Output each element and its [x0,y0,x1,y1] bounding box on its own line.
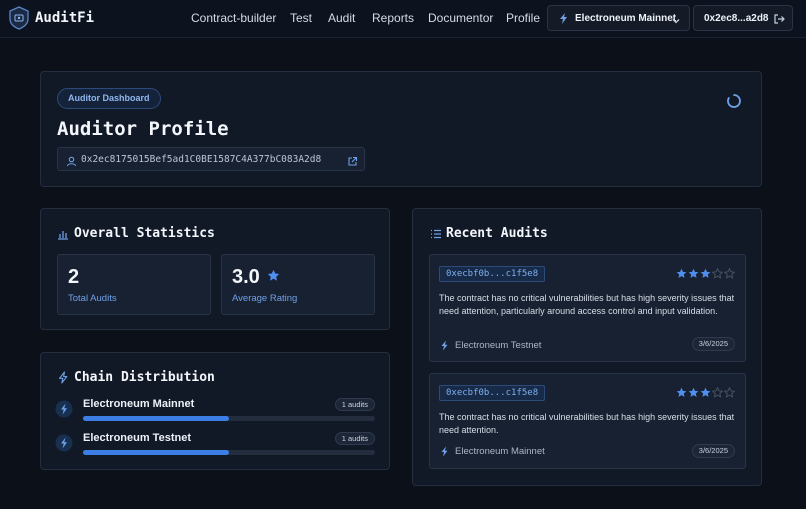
average-rating-label: Average Rating [232,293,298,304]
nav-link-test[interactable]: Test [290,11,312,25]
star-icon [267,269,280,287]
star-filled-icon [676,266,687,284]
recent-audits-title: Recent Audits [446,226,548,241]
chain-progress-bar [83,450,375,455]
total-audits-value: 2 [68,266,80,288]
user-icon [66,154,77,172]
overall-statistics-title: Overall Statistics [74,226,215,241]
recent-audits-card: Recent Audits 0xecbf0b...c1f5e8 The cont… [412,208,762,486]
page-title: Auditor Profile [57,118,229,140]
nav-link-profile[interactable]: Profile [506,11,540,25]
list-icon [430,227,442,245]
wallet-address-pill[interactable]: 0x2ec8175015Bef5ad1C0BE1587C4A377bC083A2… [57,147,365,171]
loading-spinner-icon [726,93,742,114]
chain-audit-count: 1 audits [334,398,375,411]
audit-summary: The contract has no critical vulnerabili… [439,293,735,316]
nav-link-audit[interactable]: Audit [328,11,355,25]
star-filled-icon [676,385,687,403]
star-empty-icon [711,266,724,284]
wallet-address-short: 0x2ec8...a2d8 [704,13,769,24]
chevron-down-icon [671,13,681,31]
network-label: Electroneum Mainnet [575,13,677,24]
audit-network-name: Electroneum Mainnet [455,446,545,457]
shield-logo-icon[interactable] [9,6,29,30]
audit-date: 3/6/2025 [691,444,735,458]
top-nav: AuditFi Contract-builder Test Audit Repo… [0,0,806,38]
electroneum-icon [55,400,73,423]
star-filled-icon [688,385,699,403]
star-filled-icon [700,385,711,403]
nav-link-documentor[interactable]: Documentor [428,11,493,25]
electroneum-icon [55,434,73,457]
chain-row-mainnet: Electroneum Mainnet 1 audits [55,398,375,428]
audit-network: Electroneum Testnet [439,340,541,354]
overall-statistics-card: Overall Statistics 2 Total Audits 3.0 Av… [40,208,390,330]
average-rating-value: 3.0 [232,266,260,288]
chain-distribution-card: Chain Distribution Electroneum Mainnet 1… [40,352,390,470]
audit-date: 3/6/2025 [691,337,735,351]
audit-network-name: Electroneum Testnet [455,340,542,351]
external-link-icon[interactable] [347,154,358,172]
chain-name: Electroneum Testnet [83,432,191,444]
profile-card: Auditor Dashboard Auditor Profile 0x2ec8… [40,71,762,187]
chain-progress-fill [83,450,229,455]
chain-distribution-title: Chain Distribution [74,370,215,385]
lightning-icon [57,371,69,389]
chain-progress-fill [83,416,229,421]
electroneum-icon [557,12,570,30]
bar-chart-icon [57,227,69,245]
electroneum-icon [439,446,450,460]
logout-icon [773,12,785,30]
star-empty-icon [723,385,736,403]
total-audits-stat: 2 Total Audits [57,254,211,315]
star-empty-icon [711,385,724,403]
audit-contract-hash[interactable]: 0xecbf0b...c1f5e8 [439,385,546,401]
nav-link-contract-builder[interactable]: Contract-builder [191,11,276,25]
rating-stars [676,266,736,284]
wallet-button[interactable]: 0x2ec8...a2d8 [693,5,793,31]
network-selector-button[interactable]: Electroneum Mainnet [547,5,690,31]
electroneum-icon [439,340,450,354]
average-rating-stat: 3.0 Average Rating [221,254,375,315]
audit-summary: The contract has no critical vulnerabili… [439,412,735,435]
audit-network: Electroneum Mainnet [439,446,545,460]
star-filled-icon [700,266,711,284]
audit-contract-hash[interactable]: 0xecbf0b...c1f5e8 [439,266,546,282]
chain-audit-count: 1 audits [334,432,375,445]
nav-link-reports[interactable]: Reports [372,11,414,25]
audit-list-item[interactable]: 0xecbf0b...c1f5e8 The contract has no cr… [429,254,746,362]
rating-stars [676,385,736,403]
star-empty-icon [723,266,736,284]
chain-row-testnet: Electroneum Testnet 1 audits [55,432,375,462]
chain-progress-bar [83,416,375,421]
audit-list-item[interactable]: 0xecbf0b...c1f5e8 The contract has no cr… [429,373,746,469]
wallet-address: 0x2ec8175015Bef5ad1C0BE1587C4A377bC083A2… [81,154,322,165]
auditor-dashboard-badge: Auditor Dashboard [57,88,161,109]
app-name[interactable]: AuditFi [35,10,94,26]
star-filled-icon [688,266,699,284]
total-audits-label: Total Audits [68,293,117,304]
chain-name: Electroneum Mainnet [83,398,195,410]
